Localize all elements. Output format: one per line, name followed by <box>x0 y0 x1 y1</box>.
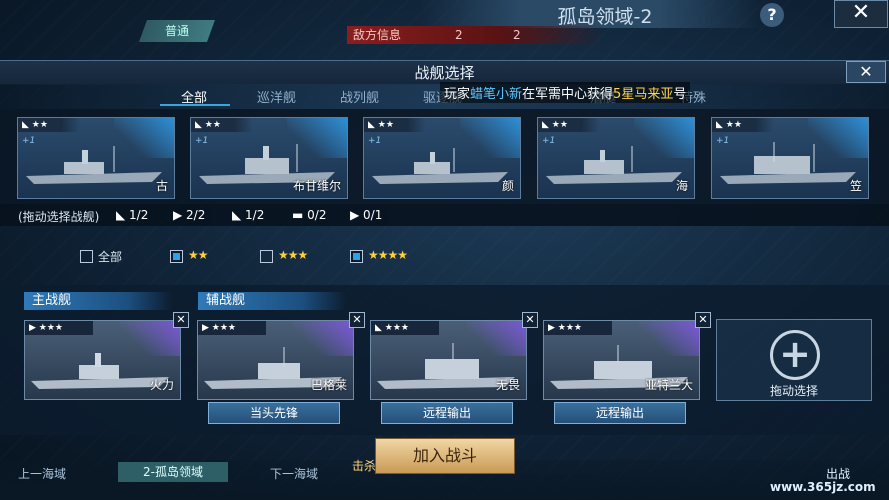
ship-name: 海 <box>675 179 688 193</box>
remove-slot-button[interactable]: ✕ <box>173 312 189 328</box>
active-tab-indicator <box>160 104 230 106</box>
ship-name: 亚特兰大 <box>644 378 693 392</box>
filter-all-checkbox[interactable] <box>80 250 93 263</box>
ship-class-badge: ◣ ★★★ <box>371 321 439 335</box>
remove-slot-button[interactable]: ✕ <box>522 312 538 328</box>
role-button[interactable]: 当头先锋 <box>208 402 340 424</box>
kill-text: 击杀 <box>352 459 377 473</box>
close-icon: ✕ <box>176 313 186 326</box>
filter-2star-label: ★★ <box>188 248 208 262</box>
enemy-info-bar: 敌方信息 2 2 <box>347 26 603 44</box>
cruiser-count: ▶ 2/2 <box>173 208 206 222</box>
ship-image <box>546 146 682 184</box>
ship-card[interactable]: ◣ ★★ +1 颜 <box>363 117 521 199</box>
close-icon: ✕ <box>698 313 708 326</box>
panel-title: 战舰选择 <box>414 64 475 82</box>
ship-card[interactable]: ◣ ★★ +1 布甘维尔 <box>190 117 348 199</box>
ship-name: 火力 <box>149 378 174 392</box>
plus-icon[interactable]: + <box>770 330 820 380</box>
carrier-count: ▬ 0/2 <box>292 208 327 222</box>
cruiser-icon: ▶ <box>173 208 187 222</box>
ship-class-badge: ◣ ★★ <box>364 118 426 132</box>
fleet-slot-support-1[interactable]: ▶ ★★★ 巴格莱 <box>197 320 354 400</box>
filter-2star-checkbox[interactable] <box>170 250 183 263</box>
filter-4star-checkbox[interactable] <box>350 250 363 263</box>
ship-class-badge: ◣ ★★ <box>18 118 80 132</box>
ship-name: 布甘维尔 <box>292 179 341 193</box>
ship-image <box>720 142 856 184</box>
ship-name: 颜 <box>501 179 514 193</box>
ship-class-badge: ◣ ★★ <box>712 118 774 132</box>
role-button[interactable]: 远程输出 <box>554 402 686 424</box>
notice-player: 蜡笔小新 <box>470 87 523 102</box>
fleet-slot-support-2[interactable]: ◣ ★★★ 无畏 <box>370 320 527 400</box>
ship-class-badge: ▶ ★★★ <box>25 321 93 335</box>
panel-close-button[interactable]: ✕ <box>846 61 886 83</box>
ship-card[interactable]: ◣ ★★ +1 古 <box>17 117 175 199</box>
remove-slot-button[interactable]: ✕ <box>695 312 711 328</box>
ship-class-badge: ◣ ★★ <box>538 118 600 132</box>
destroyer-icon: ◣ <box>116 208 130 222</box>
filter-all-label: 全部 <box>98 250 123 264</box>
close-icon: ✕ <box>859 62 873 81</box>
difficulty-tab[interactable]: 普通 <box>138 20 216 42</box>
fleet-slot-support-3[interactable]: ▶ ★★★ 亚特兰大 <box>543 320 700 400</box>
close-icon: ✕ <box>851 0 871 25</box>
watermark: www.365jz.com <box>770 480 876 494</box>
filter-4star-label: ★★★★ <box>368 248 408 262</box>
ship-name: 巴格莱 <box>310 378 347 392</box>
drag-select-label: 拖动选择 <box>769 384 818 398</box>
next-sea-button[interactable]: 下一海域 <box>270 465 318 482</box>
support-ship-label: 辅战舰 <box>198 292 346 310</box>
prev-sea-button[interactable]: 上一海域 <box>18 465 66 482</box>
battleship-count: ◣ 1/2 <box>232 208 265 222</box>
battleship-icon: ◣ <box>232 208 246 222</box>
ship-card[interactable]: ◣ ★★ +1 海 <box>537 117 695 199</box>
ship-image <box>26 146 162 184</box>
area-title: 孤岛领域-2 <box>557 6 653 28</box>
role-button[interactable]: 远程输出 <box>381 402 513 424</box>
enemy-count-2: 2 <box>513 28 521 42</box>
drag-hint: (拖动选择战舰) <box>18 210 100 224</box>
ship-class-badge: ▶ ★★★ <box>198 321 266 335</box>
special-icon: ▶ <box>350 208 364 222</box>
join-battle-button[interactable]: 加入战斗 <box>375 438 515 474</box>
notice-item: 5星马来亚 <box>613 87 674 102</box>
ship-name: 无畏 <box>495 378 520 392</box>
help-button[interactable]: ? <box>760 3 784 27</box>
close-icon: ✕ <box>352 313 362 326</box>
broadcast-notice: 玩家蜡笔小新在军需中心获得5星马来亚号 <box>440 82 691 103</box>
tab-cruiser[interactable]: 巡洋舰 <box>257 87 296 106</box>
main-ship-label: 主战舰 <box>24 292 172 310</box>
filter-3star-label: ★★★ <box>278 248 308 262</box>
destroyer-count: ◣ 1/2 <box>116 208 149 222</box>
fleet-slot-main[interactable]: ▶ ★★★ 火力 <box>24 320 181 400</box>
tab-battleship[interactable]: 战列舰 <box>340 87 379 106</box>
ship-image <box>372 148 508 184</box>
current-sea-tab[interactable]: 2-孤岛领域 <box>118 462 228 482</box>
remove-slot-button[interactable]: ✕ <box>349 312 365 328</box>
ship-class-badge: ◣ ★★ <box>191 118 253 132</box>
enemy-count-1: 2 <box>455 28 463 42</box>
ship-name: 古 <box>155 179 168 193</box>
special-count: ▶ 0/1 <box>350 208 383 222</box>
carrier-icon: ▬ <box>292 208 308 222</box>
ship-class-badge: ▶ ★★★ <box>544 321 612 335</box>
filter-3star-checkbox[interactable] <box>260 250 273 263</box>
ship-card[interactable]: ◣ ★★ +1 笠 <box>711 117 869 199</box>
close-main-button[interactable]: ✕ <box>834 0 888 28</box>
close-icon: ✕ <box>525 313 535 326</box>
ship-name: 笠 <box>849 179 862 193</box>
enemy-info-label: 敌方信息 <box>353 28 402 42</box>
